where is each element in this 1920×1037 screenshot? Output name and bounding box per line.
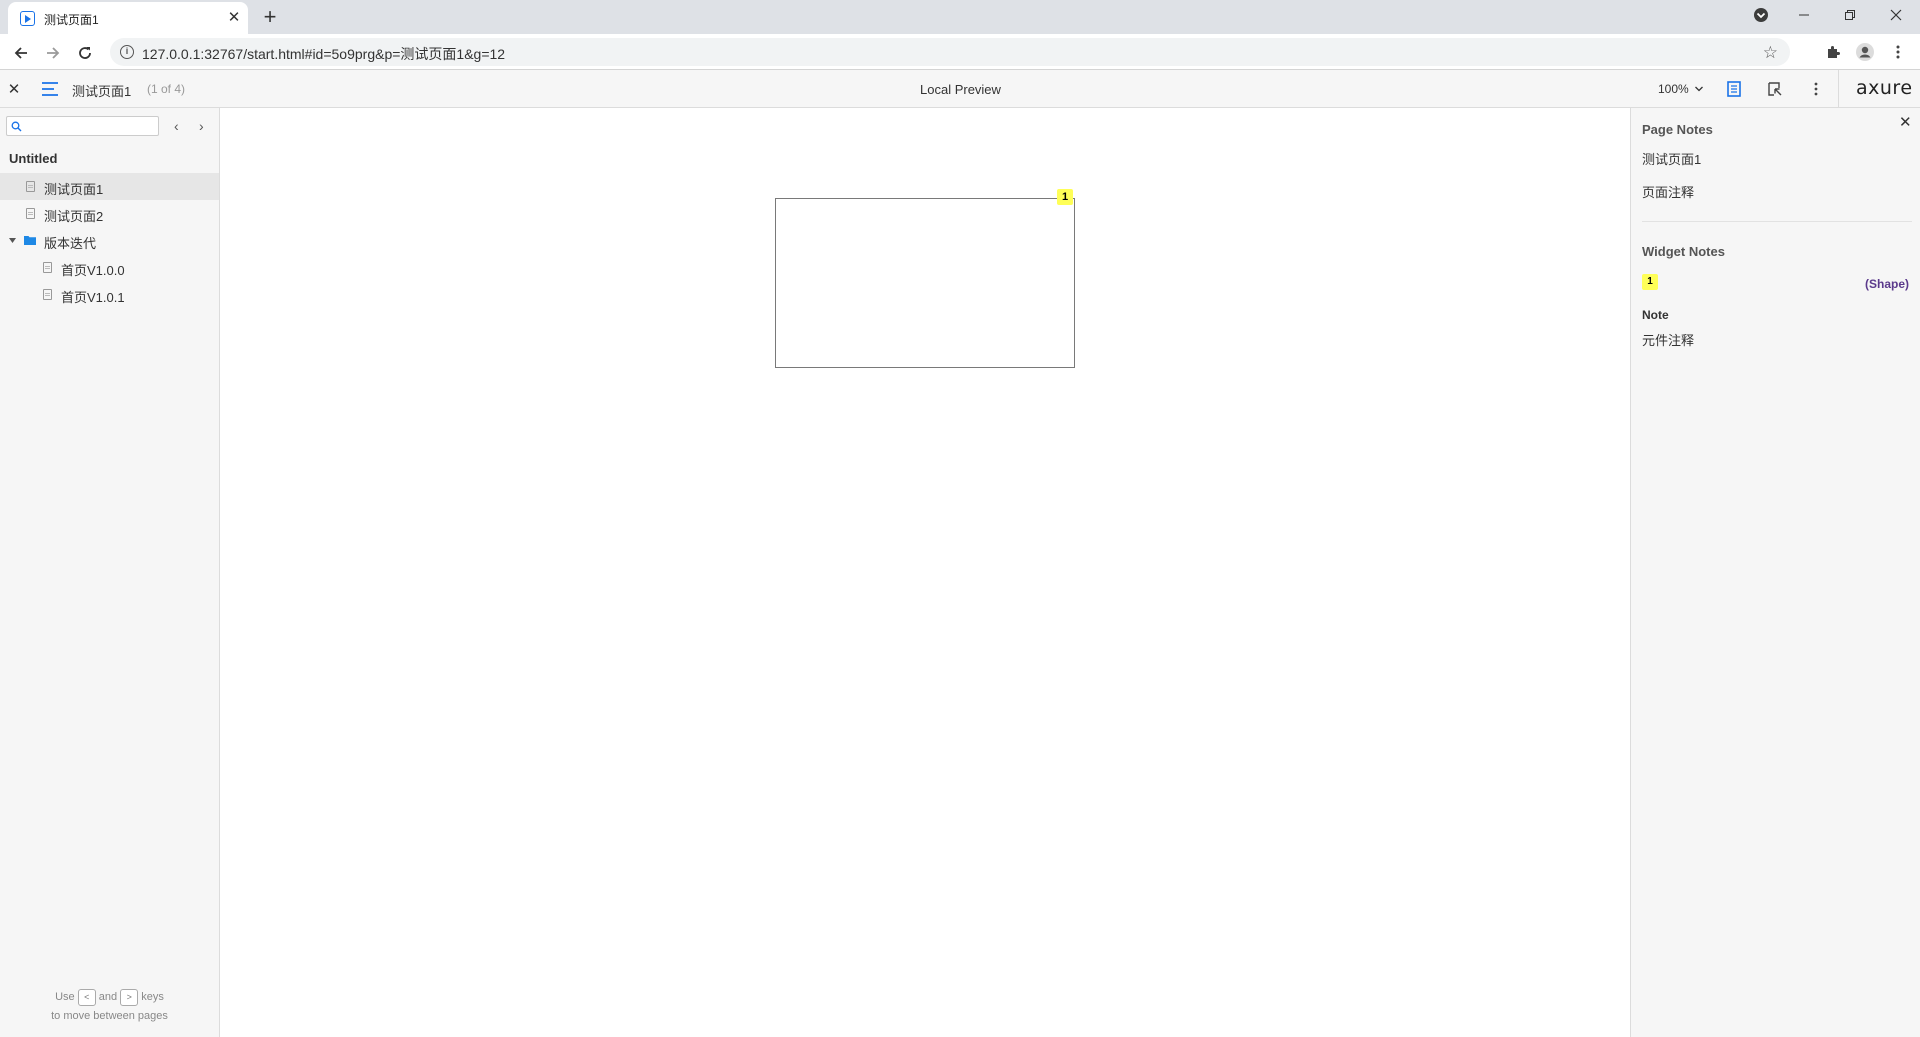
arrow-left-icon (14, 47, 27, 59)
window-close-button[interactable] (1878, 0, 1914, 30)
widget-note-text: 元件注释 (1642, 333, 1695, 348)
profile-button[interactable] (1855, 42, 1875, 62)
browser-address-bar: i 127.0.0.1:32767/start.html#id=5o9prg&p… (0, 34, 1920, 70)
preview-label: Local Preview (920, 82, 1001, 97)
project-title: Untitled (9, 151, 58, 166)
forward-button[interactable] (40, 40, 66, 66)
hint-line2: to move between pages (51, 1010, 168, 1022)
widget-notes-heading: Widget Notes (1642, 244, 1725, 259)
left-key-cap: < (77, 988, 96, 1006)
hint-text: keys (141, 991, 164, 1003)
search-input[interactable] (27, 118, 155, 134)
new-tab-button[interactable]: + (258, 6, 282, 30)
browser-tab[interactable]: 测试页面1 ✕ (8, 2, 248, 34)
inspect-icon (1768, 82, 1782, 96)
keyboard-hint: Use < and > keys to move between pages (0, 988, 219, 1026)
url-text[interactable]: 127.0.0.1:32767/start.html#id=5o9prg&p=测… (142, 44, 505, 64)
browser-menu-button[interactable] (1888, 42, 1908, 62)
inspect-button[interactable] (1765, 79, 1785, 99)
notes-pane: ✕ Page Notes 测试页面1 页面注释 Widget Notes 1 (… (1630, 108, 1920, 1037)
folder-icon (24, 236, 36, 245)
reload-icon (79, 47, 91, 59)
axure-logo: axure (1856, 77, 1913, 99)
minimize-icon (1799, 14, 1809, 16)
hint-text: and (98, 991, 118, 1003)
sitemap-item-home-v101[interactable]: 首页V1.0.1 (0, 281, 219, 308)
reload-button[interactable] (72, 40, 98, 66)
sitemap-pane: ‹ › Untitled 测试页面1 测试页面2 版本迭代 首页V1.0.0 首… (0, 108, 220, 1037)
widget-notes-badge[interactable]: 1 (1642, 274, 1658, 290)
sitemap-item-label: 测试页面1 (44, 182, 104, 197)
sitemap-search[interactable] (6, 116, 159, 136)
close-icon (1890, 9, 1902, 21)
page-notes-heading: Page Notes (1642, 122, 1713, 137)
next-page-icon[interactable]: › (199, 118, 204, 134)
notes-toggle-button[interactable] (1724, 79, 1744, 99)
previous-page-icon[interactable]: ‹ (174, 118, 179, 134)
page-count: (1 of 4) (147, 82, 186, 96)
sitemap-item-page2[interactable]: 测试页面2 (0, 200, 219, 227)
zoom-value: 100% (1658, 82, 1689, 96)
sitemap-item-label: 测试页面2 (44, 209, 104, 224)
close-tab-icon[interactable]: ✕ (224, 8, 244, 28)
minimize-button[interactable] (1786, 0, 1822, 30)
document-icon (1727, 81, 1741, 97)
back-button[interactable] (8, 40, 34, 66)
page-note-text: 页面注释 (1642, 185, 1695, 200)
widget-type-label: (Shape) (1865, 277, 1910, 291)
notes-divider (1642, 221, 1912, 222)
extensions-button[interactable] (1823, 42, 1843, 62)
rectangle-shape[interactable] (775, 198, 1075, 368)
tab-title: 测试页面1 (44, 13, 99, 27)
sitemap-item-label: 版本迭代 (44, 236, 97, 251)
zoom-select[interactable]: 100% (1658, 82, 1704, 96)
axure-toolbar: ✕ 测试页面1 (1 of 4) Local Preview 100% axur… (0, 70, 1920, 108)
account-icon (1856, 43, 1874, 61)
note-field-label: Note (1642, 308, 1669, 322)
page-icon (26, 208, 35, 219)
sitemap-item-label: 首页V1.0.1 (61, 290, 125, 305)
kebab-menu-icon (1814, 82, 1818, 96)
chevron-down-icon (1695, 86, 1704, 92)
sitemap-folder-versions[interactable]: 版本迭代 (0, 227, 219, 254)
toolbar-divider (1838, 70, 1839, 108)
widget-note-badge[interactable]: 1 (1057, 189, 1073, 205)
prototype-canvas: 1 (221, 108, 1630, 1037)
current-page-title: 测试页面1 (72, 84, 132, 99)
sitemap-item-page1[interactable]: 测试页面1 (0, 173, 219, 200)
puzzle-icon (1828, 46, 1840, 58)
hint-text: Use (55, 991, 75, 1003)
restore-button[interactable] (1832, 0, 1868, 30)
star-icon[interactable]: ☆ (1763, 43, 1778, 63)
close-sitemap-icon[interactable]: ✕ (6, 80, 22, 98)
browser-tab-strip: 测试页面1 ✕ + (0, 0, 1920, 34)
page-notes-page-name: 测试页面1 (1642, 152, 1702, 167)
page-icon (26, 181, 35, 192)
caret-down-icon[interactable] (9, 238, 16, 244)
restore-icon (1845, 10, 1855, 20)
chevron-down-circle-icon (1754, 8, 1768, 22)
tab-search-button[interactable] (1743, 0, 1779, 30)
right-key-cap: > (120, 988, 139, 1006)
play-box-icon (20, 11, 35, 26)
page-icon (43, 289, 52, 300)
page-icon (43, 262, 52, 273)
more-options-button[interactable] (1806, 79, 1826, 99)
sitemap-item-label: 首页V1.0.0 (61, 263, 125, 278)
arrow-right-icon (47, 47, 60, 59)
info-icon[interactable]: i (120, 45, 134, 59)
close-notes-icon[interactable]: ✕ (1899, 113, 1912, 131)
url-omnibox[interactable]: i 127.0.0.1:32767/start.html#id=5o9prg&p… (110, 38, 1790, 66)
kebab-menu-icon (1896, 45, 1900, 59)
search-icon (11, 121, 22, 132)
hamburger-icon[interactable] (41, 81, 59, 97)
sitemap-item-home-v100[interactable]: 首页V1.0.0 (0, 254, 219, 281)
